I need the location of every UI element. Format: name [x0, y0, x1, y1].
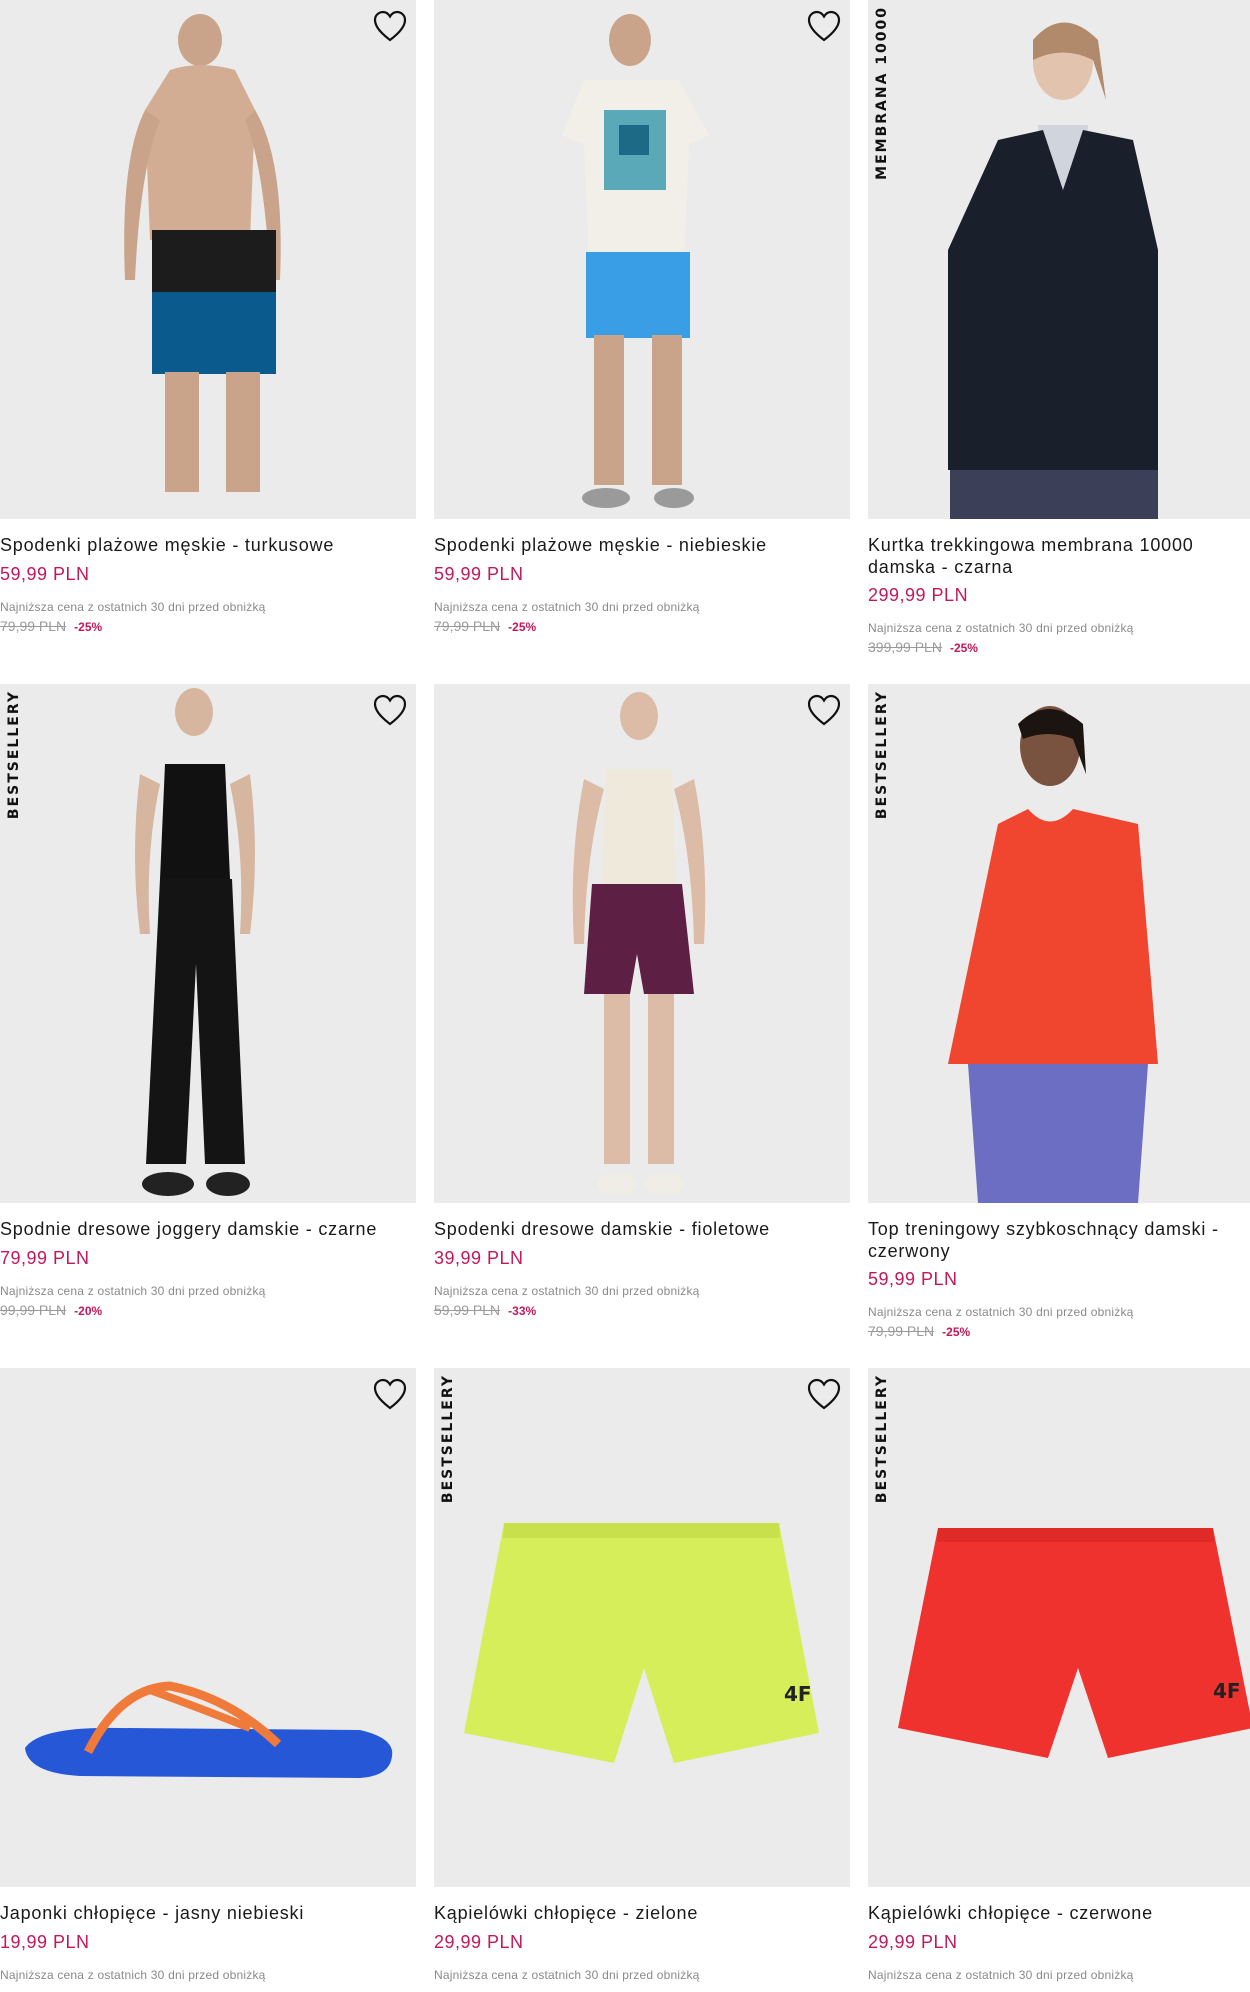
svg-text:4F: 4F: [1213, 1679, 1241, 1703]
discount-badge: -25%: [942, 1325, 971, 1339]
product-title[interactable]: Japonki chłopięce - jasny niebieski: [0, 1902, 410, 1924]
discount-badge: -20%: [74, 1304, 103, 1318]
product-price: 39,99 PLN: [434, 1248, 524, 1268]
product-image[interactable]: BESTSELLERY: [868, 684, 1250, 1203]
old-price-row: 99,99 PLN -20%: [0, 1302, 102, 1320]
old-price: 79,99 PLN: [0, 618, 67, 634]
product-price: 29,99 PLN: [434, 1932, 524, 1952]
old-price: 79,99 PLN: [868, 1323, 935, 1339]
product-image[interactable]: BESTSELLERY: [0, 684, 416, 1203]
product-badge: BESTSELLERY: [874, 690, 890, 820]
old-price: 99,99 PLN: [0, 1302, 67, 1318]
product-price: 79,99 PLN: [0, 1248, 90, 1268]
old-price-row: 79,99 PLN -25%: [434, 618, 536, 636]
discount-badge: -33%: [508, 1304, 537, 1318]
discount-badge: -25%: [949, 641, 978, 655]
product-image[interactable]: [0, 1368, 416, 1887]
wishlist-heart-icon[interactable]: [372, 694, 408, 728]
product-price: 59,99 PLN: [868, 1269, 958, 1289]
discount-badge: -25%: [74, 620, 103, 634]
product-image[interactable]: [0, 0, 416, 519]
product-title[interactable]: Kąpielówki chłopięce - czerwone: [868, 1902, 1250, 1924]
discount-badge: -25%: [508, 620, 537, 634]
lowest-price-note: Najniższa cena z ostatnich 30 dni przed …: [0, 600, 266, 614]
product-price: 59,99 PLN: [0, 564, 90, 584]
wishlist-heart-icon[interactable]: [806, 694, 842, 728]
product-badge: BESTSELLERY: [440, 1374, 456, 1504]
product-price: 299,99 PLN: [868, 585, 969, 605]
lowest-price-note: Najniższa cena z ostatnich 30 dni przed …: [434, 600, 700, 614]
lowest-price-note: Najniższa cena z ostatnich 30 dni przed …: [868, 1305, 1134, 1319]
lowest-price-note: Najniższa cena z ostatnich 30 dni przed …: [434, 1968, 700, 1982]
lowest-price-note: Najniższa cena z ostatnich 30 dni przed …: [868, 1968, 1134, 1982]
product-title[interactable]: Spodnie dresowe joggery damskie - czarne: [0, 1218, 410, 1240]
old-price-row: 79,99 PLN -25%: [868, 1323, 970, 1341]
lowest-price-note: Najniższa cena z ostatnich 30 dni przed …: [0, 1968, 266, 1982]
product-image[interactable]: [434, 684, 850, 1203]
product-title[interactable]: Spodenki plażowe męskie - niebieskie: [434, 534, 844, 556]
lowest-price-note: Najniższa cena z ostatnich 30 dni przed …: [868, 621, 1134, 635]
wishlist-heart-icon[interactable]: [372, 10, 408, 44]
lowest-price-note: Najniższa cena z ostatnich 30 dni przed …: [434, 1284, 700, 1298]
old-price: 399,99 PLN: [868, 639, 942, 655]
product-price: 29,99 PLN: [868, 1932, 958, 1952]
product-title[interactable]: Kurtka trekkingowa membrana 10000 damska…: [868, 534, 1240, 578]
product-title[interactable]: Kąpielówki chłopięce - zielone: [434, 1902, 844, 1924]
old-price: 79,99 PLN: [434, 618, 501, 634]
product-grid: Spodenki plażowe męskie - turkusowe 59,9…: [0, 0, 1250, 1992]
product-image[interactable]: 4F BESTSELLERY: [434, 1368, 850, 1887]
product-title[interactable]: Top treningowy szybkoschnący damski - cz…: [868, 1218, 1240, 1262]
wishlist-heart-icon[interactable]: [806, 10, 842, 44]
product-image[interactable]: [434, 0, 850, 519]
old-price: 59,99 PLN: [434, 1302, 501, 1318]
product-badge: BESTSELLERY: [874, 1374, 890, 1504]
wishlist-heart-icon[interactable]: [372, 1378, 408, 1412]
product-title[interactable]: Spodenki dresowe damskie - fioletowe: [434, 1218, 844, 1240]
svg-text:4F: 4F: [784, 1682, 812, 1706]
product-badge: MEMBRANA 10000: [874, 6, 890, 180]
old-price-row: 59,99 PLN -33%: [434, 1302, 536, 1320]
lowest-price-note: Najniższa cena z ostatnich 30 dni przed …: [0, 1284, 266, 1298]
old-price-row: 399,99 PLN -25%: [868, 639, 978, 657]
product-price: 19,99 PLN: [0, 1932, 90, 1952]
product-image[interactable]: 4F BESTSELLERY: [868, 1368, 1250, 1887]
wishlist-heart-icon[interactable]: [806, 1378, 842, 1412]
product-image[interactable]: MEMBRANA 10000: [868, 0, 1250, 519]
product-price: 59,99 PLN: [434, 564, 524, 584]
product-badge: BESTSELLERY: [6, 690, 22, 820]
old-price-row: 79,99 PLN -25%: [0, 618, 102, 636]
product-title[interactable]: Spodenki plażowe męskie - turkusowe: [0, 534, 410, 556]
